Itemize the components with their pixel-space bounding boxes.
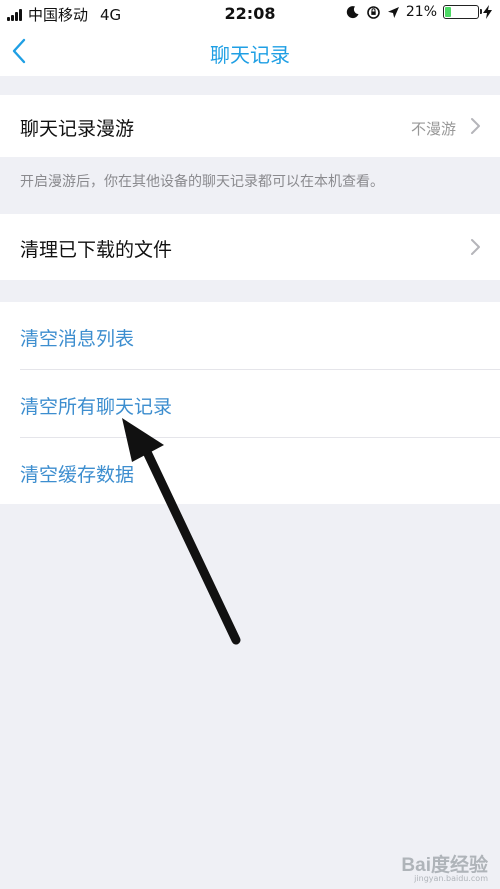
chat-roaming-row[interactable]: 聊天记录漫游 不漫游	[0, 95, 500, 157]
roaming-hint: 开启漫游后，你在其他设备的聊天记录都可以在本机查看。	[20, 174, 384, 190]
clear-all-chat-history-button[interactable]: 清空所有聊天记录	[0, 370, 500, 437]
clear-all-chat-history-label: 清空所有聊天记录	[20, 396, 173, 418]
charging-bolt-icon	[483, 5, 492, 19]
clear-downloads-row[interactable]: 清理已下载的文件	[0, 214, 500, 280]
battery-fill	[445, 7, 452, 17]
clear-cache-button[interactable]: 清空缓存数据	[0, 438, 500, 504]
clear-message-list-button[interactable]: 清空消息列表	[0, 302, 500, 369]
clear-actions-list: 清空消息列表 清空所有聊天记录 清空缓存数据	[0, 302, 500, 504]
watermark-text: Bai度经验	[401, 855, 488, 876]
rotation-lock-icon	[367, 5, 380, 19]
watermark-url: jingyan.baidu.com	[414, 874, 488, 883]
page-title: 聊天记录	[210, 43, 290, 67]
chevron-right-icon	[471, 118, 480, 134]
clear-message-list-label: 清空消息列表	[20, 328, 135, 350]
status-bar: 中国移动 4G 22:08 21%	[0, 0, 500, 26]
chevron-right-icon	[471, 239, 480, 255]
clear-downloads-label: 清理已下载的文件	[20, 239, 173, 261]
nav-bar: 聊天记录	[0, 26, 500, 76]
status-right: 21%	[346, 4, 492, 20]
location-arrow-icon	[387, 6, 399, 18]
battery-icon	[443, 5, 482, 19]
clear-cache-label: 清空缓存数据	[20, 464, 135, 486]
chat-roaming-label: 聊天记录漫游	[20, 118, 135, 140]
chat-roaming-value: 不漫游	[410, 120, 456, 138]
battery-percent: 21%	[405, 4, 437, 20]
moon-icon	[346, 6, 359, 19]
baidu-jingyan-watermark: Bai度经验 jingyan.baidu.com	[401, 850, 488, 883]
